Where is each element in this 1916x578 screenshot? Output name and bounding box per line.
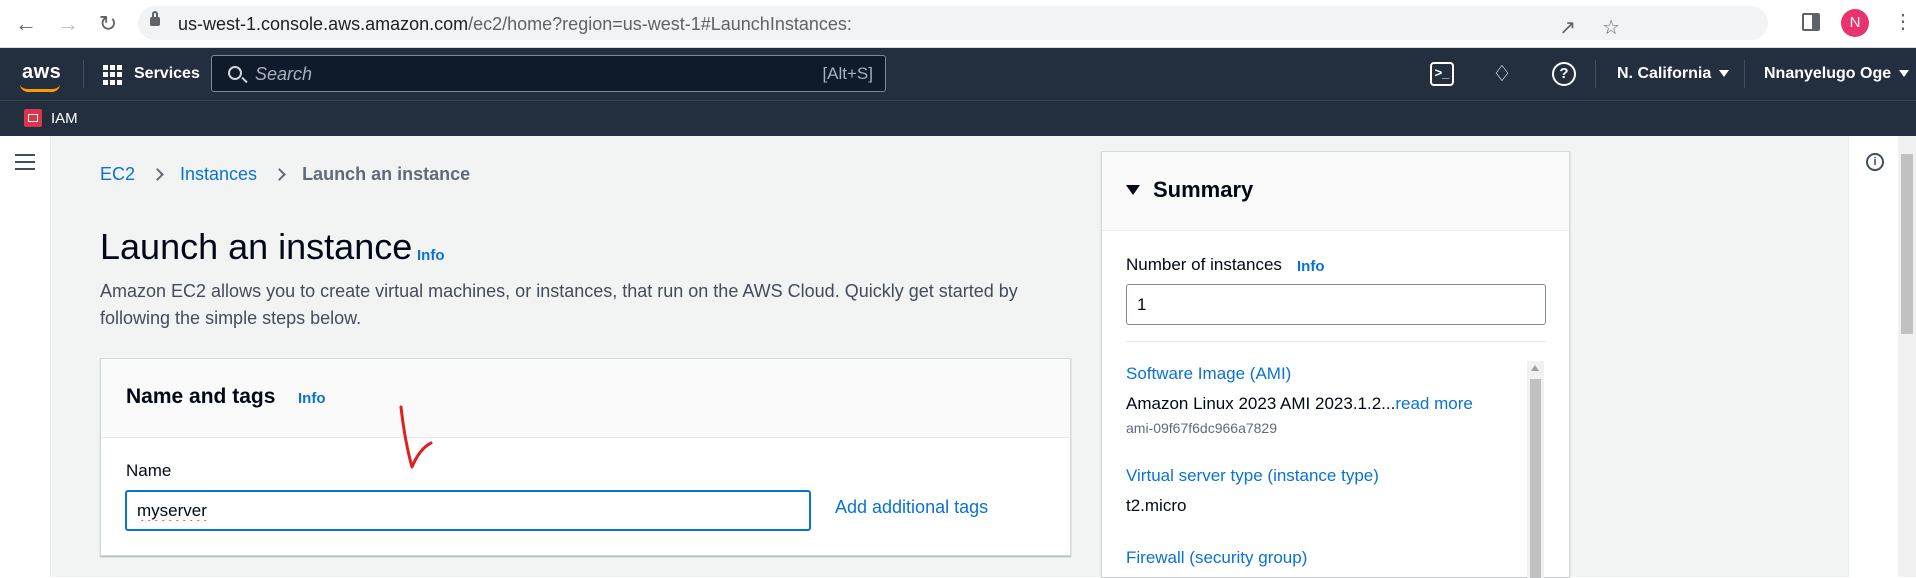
caret-down-icon[interactable]	[1126, 185, 1140, 195]
ami-link[interactable]: Software Image (AMI)	[1126, 364, 1291, 384]
notifications-bell-icon[interactable]: ♢	[1490, 62, 1514, 86]
firewall-link[interactable]: Firewall (security group)	[1126, 548, 1307, 568]
side-panel-icon[interactable]	[1802, 13, 1820, 31]
red-annotation-mark	[399, 405, 433, 469]
breadcrumb-ec2[interactable]: EC2	[100, 164, 135, 185]
reload-icon[interactable]: ↻	[94, 10, 122, 38]
chevron-down-icon	[1719, 70, 1730, 78]
search-box[interactable]: [Alt+S]	[211, 55, 886, 92]
scroll-up-icon[interactable]	[1531, 365, 1539, 371]
cloudshell-icon[interactable]: >_	[1430, 62, 1454, 86]
instance-type-link[interactable]: Virtual server type (instance type)	[1126, 466, 1379, 486]
scrollbar-thumb[interactable]	[1901, 154, 1913, 334]
profile-avatar[interactable]: N	[1841, 9, 1869, 37]
address-bar[interactable]: us-west-1.console.aws.amazon.com/ec2/hom…	[138, 6, 1768, 40]
name-input[interactable]	[125, 490, 811, 531]
breadcrumb-current: Launch an instance	[302, 164, 471, 184]
more-options-icon[interactable]: ⋮	[1893, 12, 1913, 32]
breadcrumb-instances[interactable]: Instances	[180, 164, 257, 185]
aws-logo-smile	[20, 84, 60, 92]
chevron-down-icon	[1899, 70, 1910, 78]
num-instances-input[interactable]	[1126, 284, 1546, 325]
hamburger-icon[interactable]	[15, 154, 35, 170]
services-menu[interactable]: Services	[134, 65, 200, 83]
search-input[interactable]	[255, 62, 755, 86]
back-icon[interactable]: ←	[12, 10, 40, 38]
ami-id: ami-09f67f6dc966a7829	[1126, 420, 1278, 436]
lock-icon[interactable]	[150, 11, 160, 26]
name-and-tags-panel: Name and tags Info Name Add additional t…	[100, 358, 1071, 556]
browser-toolbar: ← → ↻ us-west-1.console.aws.amazon.com/e…	[0, 0, 1916, 48]
left-nav-rail	[0, 136, 51, 577]
search-shortcut-hint: [Alt+S]	[822, 64, 873, 83]
page-scrollbar[interactable]	[1898, 136, 1916, 577]
page-title: Launch an instance	[100, 226, 413, 267]
summary-panel: Summary Number of instances Info Softwar…	[1101, 151, 1570, 578]
name-label: Name	[126, 461, 172, 480]
page-description: Amazon EC2 allows you to create virtual …	[100, 281, 1018, 328]
chevron-right-icon	[273, 168, 286, 181]
region-selector[interactable]: N. California	[1617, 65, 1730, 83]
breadcrumb: EC2 Instances Launch an instance	[100, 164, 470, 185]
services-grid-icon[interactable]	[103, 65, 123, 85]
summary-scrollbar[interactable]	[1527, 361, 1544, 578]
right-tools-rail: i	[1848, 136, 1898, 577]
info-circle-icon[interactable]: i	[1866, 153, 1884, 171]
star-icon[interactable]: ☆	[1602, 15, 1620, 40]
help-icon[interactable]: ?	[1552, 62, 1576, 86]
page-info-link[interactable]: Info	[417, 247, 445, 264]
aws-logo[interactable]: aws	[22, 61, 61, 84]
panel-title: Name and tags	[126, 385, 276, 408]
num-instances-label: Number of instances	[1126, 255, 1282, 274]
add-additional-tags-link[interactable]: Add additional tags	[835, 497, 988, 518]
divider	[1126, 341, 1546, 342]
share-icon[interactable]: ↗	[1559, 15, 1576, 40]
instance-type-value: t2.micro	[1126, 496, 1187, 515]
search-icon	[228, 66, 242, 80]
name-tags-info-link[interactable]: Info	[298, 390, 326, 407]
num-instances-info-link[interactable]: Info	[1297, 258, 1325, 275]
aws-top-nav: aws Services [Alt+S] >_ ♢ ? N. Californi…	[0, 48, 1916, 100]
forward-icon[interactable]: →	[54, 10, 82, 38]
summary-title[interactable]: Summary	[1153, 177, 1253, 203]
favorite-iam-link[interactable]: IAM	[51, 110, 78, 127]
summary-scrollbar-thumb[interactable]	[1530, 379, 1541, 578]
ami-value: Amazon Linux 2023 AMI 2023.1.2...read mo…	[1126, 394, 1473, 413]
chevron-right-icon	[151, 168, 164, 181]
account-menu[interactable]: Nnanyelugo Oge	[1764, 65, 1910, 83]
favorites-bar: IAM	[0, 100, 1916, 136]
iam-icon[interactable]	[24, 109, 42, 127]
read-more-link[interactable]: read more	[1395, 394, 1472, 413]
url-text[interactable]: us-west-1.console.aws.amazon.com/ec2/hom…	[178, 14, 852, 35]
